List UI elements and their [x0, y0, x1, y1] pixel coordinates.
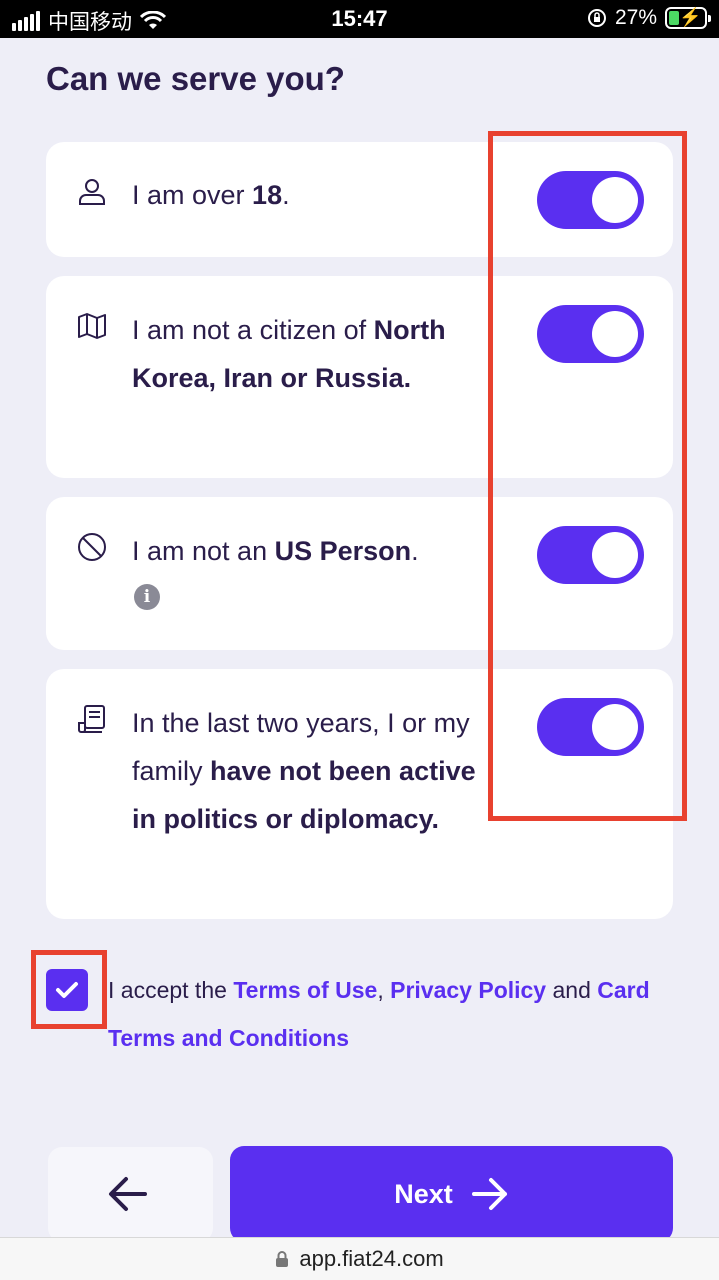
- toggle-us-person[interactable]: [537, 526, 644, 584]
- battery-icon: ⚡: [665, 7, 711, 29]
- document-icon: [78, 705, 105, 733]
- back-button[interactable]: [48, 1147, 213, 1242]
- privacy-policy-link[interactable]: Privacy Policy: [390, 977, 546, 1003]
- terms-of-use-link[interactable]: Terms of Use: [233, 977, 377, 1003]
- lock-icon: [276, 1251, 289, 1267]
- card-citizenship-text: I am not a citizen of North Korea, Iran …: [132, 315, 446, 393]
- arrow-right-icon: [471, 1178, 507, 1210]
- status-bar: 中国移动 15:47 27% ⚡: [0, 0, 719, 38]
- browser-url-bar[interactable]: app.fiat24.com: [0, 1237, 719, 1280]
- arrow-left-icon: [109, 1177, 147, 1211]
- toggle-age[interactable]: [537, 171, 644, 229]
- info-icon[interactable]: i: [134, 584, 160, 610]
- next-button[interactable]: Next: [230, 1146, 673, 1242]
- status-right: 27% ⚡: [587, 6, 711, 30]
- battery-percent: 27%: [614, 6, 657, 29]
- card-age-text: I am over 18.: [132, 180, 290, 210]
- user-icon: [79, 179, 105, 205]
- checkmark-icon: [56, 982, 78, 998]
- card-age: I am over 18.: [46, 142, 673, 257]
- card-us-person-text: I am not an US Person.: [132, 536, 419, 566]
- orientation-lock-icon: [587, 9, 606, 27]
- terms-checkbox[interactable]: [46, 969, 88, 1011]
- card-citizenship: I am not a citizen of North Korea, Iran …: [46, 276, 673, 478]
- toggle-citizenship[interactable]: [537, 305, 644, 363]
- page-title: Can we serve you?: [46, 60, 345, 97]
- toggle-politics[interactable]: [537, 698, 644, 756]
- terms-text: I accept the Terms of Use, Privacy Polic…: [108, 977, 650, 1051]
- next-label: Next: [394, 1178, 453, 1209]
- map-icon: [78, 313, 106, 339]
- url-text: app.fiat24.com: [299, 1246, 444, 1271]
- card-politics: In the last two years, I or my family ha…: [46, 669, 673, 919]
- ban-icon: [78, 533, 106, 561]
- card-us-person: I am not an US Person. i: [46, 497, 673, 650]
- card-politics-text: In the last two years, I or my family ha…: [132, 708, 476, 834]
